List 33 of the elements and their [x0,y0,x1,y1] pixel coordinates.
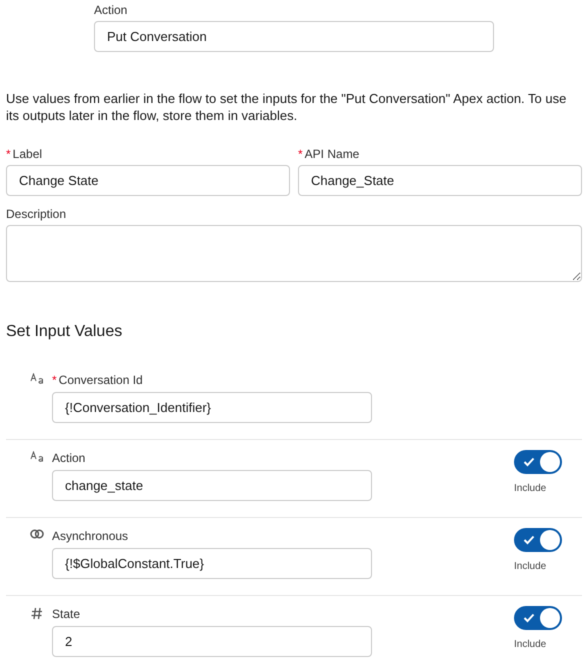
input-field[interactable]: {!Conversation_Identifier} [52,392,372,422]
toggle-switch[interactable] [514,528,562,552]
input-field[interactable]: {!$GlobalConstant.True} [52,548,372,578]
check-icon [523,534,535,544]
include-label: Include [514,482,548,496]
text-type-icon [30,372,44,384]
input-field[interactable]: Change State [6,165,290,196]
field-label[interactable]: Action [52,450,86,464]
toggle-switch[interactable] [514,606,562,630]
description-text: Use values from earlier in the flow to set the inputs for the "Put Conversation" Apex action. To use its outputs later in the flow, store them in variables. [6,90,568,124]
field-label[interactable]: Action [94,3,128,17]
boolean-type-icon [30,528,44,538]
required-mark: * [298,147,303,161]
include-label: Include [514,638,548,652]
field-label[interactable]: State [52,606,80,620]
input-field[interactable]: Change_State [298,165,582,196]
section-title: Set Input Values [6,322,124,342]
text-type-icon [30,450,44,462]
check-icon [523,456,535,466]
input-field[interactable]: change_state [52,470,372,500]
field-label[interactable]: Asynchronous [52,528,128,542]
toggle-switch[interactable] [514,450,562,474]
field-label[interactable]: Conversation Id [58,372,143,386]
field-label[interactable]: Description [6,207,66,221]
input-field[interactable]: 2 [52,626,372,656]
input-field[interactable]: Put Conversation [94,21,494,52]
include-label: Include [514,560,548,574]
field-label[interactable]: Label [12,147,42,161]
number-type-icon [31,606,43,620]
field-label[interactable]: API Name [304,147,360,161]
required-mark: * [52,372,57,386]
check-icon [523,612,535,622]
required-mark: * [6,147,11,161]
